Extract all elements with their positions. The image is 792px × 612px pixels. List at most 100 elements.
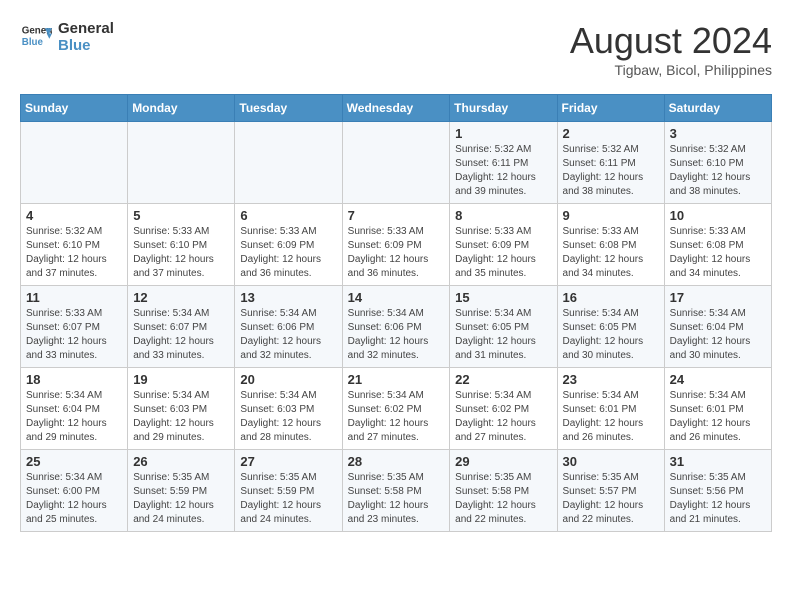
day-number: 15 [455,290,551,305]
day-info: Sunrise: 5:34 AMSunset: 6:04 PMDaylight:… [26,389,122,445]
calendar-cell: 13 Sunrise: 5:34 AMSunset: 6:06 PMDayligh… [235,286,342,368]
title-block: August 2024 Tigbaw, Bicol, Philippines [570,20,772,78]
calendar-cell: 10Sunrise: 5:33 AMSunset: 6:08 PMDayligh… [664,204,771,286]
day-info: Sunrise: 5:35 AMSunset: 5:57 PMDaylight:… [563,471,659,527]
calendar-cell: 7 Sunrise: 5:33 AMSunset: 6:09 PMDaylight… [342,204,450,286]
month-year-title: August 2024 [570,20,772,62]
calendar-cell: 23 Sunrise: 5:34 AMSunset: 6:01 PMDayligh… [557,368,664,450]
header-monday: Monday [128,95,235,122]
day-number: 12 [133,290,229,305]
calendar-table: SundayMondayTuesdayWednesdayThursdayFrid… [20,94,772,532]
day-info: Sunrise: 5:35 AMSunset: 5:59 PMDaylight:… [240,471,336,527]
calendar-cell: 19 Sunrise: 5:34 AMSunset: 6:03 PMDayligh… [128,368,235,450]
calendar-cell: 18 Sunrise: 5:34 AMSunset: 6:04 PMDayligh… [21,368,128,450]
day-info: Sunrise: 5:35 AMSunset: 5:59 PMDaylight:… [133,471,229,527]
day-number: 9 [563,208,659,223]
day-number: 11 [26,290,122,305]
day-number: 10 [670,208,766,223]
calendar-cell [21,122,128,204]
calendar-cell: 11Sunrise: 5:33 AMSunset: 6:07 PMDayligh… [21,286,128,368]
calendar-cell [235,122,342,204]
day-number: 31 [670,454,766,469]
calendar-cell: 5 Sunrise: 5:33 AMSunset: 6:10 PMDaylight… [128,204,235,286]
day-info: Sunrise: 5:34 AMSunset: 6:01 PMDaylight:… [563,389,659,445]
logo-line2: Blue [58,37,114,54]
calendar-cell: 4 Sunrise: 5:32 AMSunset: 6:10 PMDaylight… [21,204,128,286]
calendar-cell: 26Sunrise: 5:35 AMSunset: 5:59 PMDayligh… [128,450,235,532]
day-number: 5 [133,208,229,223]
header-wednesday: Wednesday [342,95,450,122]
day-number: 25 [26,454,122,469]
day-info: Sunrise: 5:33 AMSunset: 6:09 PMDaylight:… [240,225,336,281]
logo-icon: General Blue [20,21,52,53]
day-number: 29 [455,454,551,469]
header-sunday: Sunday [21,95,128,122]
day-info: Sunrise: 5:34 AMSunset: 6:04 PMDaylight:… [670,307,766,363]
calendar-cell: 15 Sunrise: 5:34 AMSunset: 6:05 PMDayligh… [450,286,557,368]
calendar-cell: 21Sunrise: 5:34 AMSunset: 6:02 PMDayligh… [342,368,450,450]
day-number: 20 [240,372,336,387]
day-number: 14 [348,290,445,305]
calendar-cell: 12 Sunrise: 5:34 AMSunset: 6:07 PMDayligh… [128,286,235,368]
calendar-week-row: 18 Sunrise: 5:34 AMSunset: 6:04 PMDayligh… [21,368,772,450]
day-number: 28 [348,454,445,469]
day-info: Sunrise: 5:33 AMSunset: 6:08 PMDaylight:… [563,225,659,281]
calendar-cell: 8Sunrise: 5:33 AMSunset: 6:09 PMDaylight… [450,204,557,286]
calendar-week-row: 1Sunrise: 5:32 AMSunset: 6:11 PMDaylight… [21,122,772,204]
day-info: Sunrise: 5:35 AMSunset: 5:56 PMDaylight:… [670,471,766,527]
location-subtitle: Tigbaw, Bicol, Philippines [570,62,772,78]
day-info: Sunrise: 5:34 AMSunset: 6:03 PMDaylight:… [240,389,336,445]
day-number: 27 [240,454,336,469]
svg-text:Blue: Blue [22,37,44,48]
calendar-cell [342,122,450,204]
day-info: Sunrise: 5:33 AMSunset: 6:10 PMDaylight:… [133,225,229,281]
day-info: Sunrise: 5:33 AMSunset: 6:09 PMDaylight:… [348,225,445,281]
header-saturday: Saturday [664,95,771,122]
day-number: 2 [563,126,659,141]
calendar-cell: 16 Sunrise: 5:34 AMSunset: 6:05 PMDayligh… [557,286,664,368]
day-number: 8 [455,208,551,223]
day-number: 16 [563,290,659,305]
calendar-header-row: SundayMondayTuesdayWednesdayThursdayFrid… [21,95,772,122]
day-number: 13 [240,290,336,305]
day-number: 17 [670,290,766,305]
header-friday: Friday [557,95,664,122]
page-header: General Blue General Blue August 2024 Ti… [20,20,772,78]
logo: General Blue General Blue [20,20,114,54]
day-info: Sunrise: 5:34 AMSunset: 6:02 PMDaylight:… [455,389,551,445]
calendar-cell: 30 Sunrise: 5:35 AMSunset: 5:57 PMDayligh… [557,450,664,532]
day-info: Sunrise: 5:35 AMSunset: 5:58 PMDaylight:… [348,471,445,527]
calendar-cell: 31 Sunrise: 5:35 AMSunset: 5:56 PMDayligh… [664,450,771,532]
day-number: 30 [563,454,659,469]
day-number: 24 [670,372,766,387]
calendar-week-row: 11Sunrise: 5:33 AMSunset: 6:07 PMDayligh… [21,286,772,368]
calendar-cell: 6 Sunrise: 5:33 AMSunset: 6:09 PMDaylight… [235,204,342,286]
calendar-cell: 22 Sunrise: 5:34 AMSunset: 6:02 PMDayligh… [450,368,557,450]
day-number: 22 [455,372,551,387]
day-number: 23 [563,372,659,387]
calendar-cell: 25Sunrise: 5:34 AMSunset: 6:00 PMDayligh… [21,450,128,532]
day-number: 3 [670,126,766,141]
calendar-cell [128,122,235,204]
day-number: 18 [26,372,122,387]
header-tuesday: Tuesday [235,95,342,122]
day-info: Sunrise: 5:32 AMSunset: 6:10 PMDaylight:… [26,225,122,281]
day-number: 19 [133,372,229,387]
day-number: 4 [26,208,122,223]
day-info: Sunrise: 5:34 AMSunset: 6:05 PMDaylight:… [455,307,551,363]
calendar-cell: 9 Sunrise: 5:33 AMSunset: 6:08 PMDaylight… [557,204,664,286]
day-info: Sunrise: 5:32 AMSunset: 6:11 PMDaylight:… [455,143,551,199]
day-info: Sunrise: 5:34 AMSunset: 6:06 PMDaylight:… [240,307,336,363]
day-info: Sunrise: 5:34 AMSunset: 6:05 PMDaylight:… [563,307,659,363]
calendar-cell: 20 Sunrise: 5:34 AMSunset: 6:03 PMDayligh… [235,368,342,450]
header-thursday: Thursday [450,95,557,122]
day-number: 7 [348,208,445,223]
calendar-cell: 24Sunrise: 5:34 AMSunset: 6:01 PMDayligh… [664,368,771,450]
day-info: Sunrise: 5:34 AMSunset: 6:07 PMDaylight:… [133,307,229,363]
day-info: Sunrise: 5:34 AMSunset: 6:03 PMDaylight:… [133,389,229,445]
day-info: Sunrise: 5:35 AMSunset: 5:58 PMDaylight:… [455,471,551,527]
calendar-cell: 28 Sunrise: 5:35 AMSunset: 5:58 PMDayligh… [342,450,450,532]
day-number: 6 [240,208,336,223]
calendar-cell: 2Sunrise: 5:32 AMSunset: 6:11 PMDaylight… [557,122,664,204]
calendar-cell: 3Sunrise: 5:32 AMSunset: 6:10 PMDaylight… [664,122,771,204]
